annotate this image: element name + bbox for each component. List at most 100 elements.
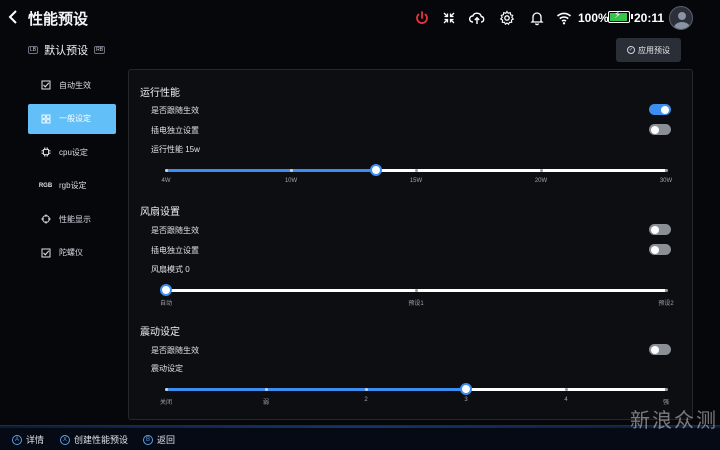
slider-tick-dot <box>564 387 568 391</box>
sidebar-item-performance-display[interactable]: 性能显示 <box>28 204 116 234</box>
preset-name[interactable]: 默认预设 <box>42 42 90 58</box>
rgb-icon: RGB <box>38 182 53 189</box>
sidebar-item-cpu[interactable]: cpu设定 <box>28 137 116 167</box>
section-title-vibration: 震动设定 <box>140 327 180 338</box>
chip-icon <box>40 147 51 158</box>
slider-tick-label: 4W <box>161 178 171 184</box>
sidebar-item-gyroscope[interactable]: 陀螺仪 <box>28 238 116 268</box>
slider-tick-label: 10W <box>284 178 298 184</box>
slider-tick-label: 关闭 <box>159 400 173 406</box>
battery-percent: 100% <box>578 11 609 25</box>
vibration-value-label: 震动设定 <box>151 364 183 373</box>
vibration-slider[interactable]: 关闭弱 2 3 4 强 <box>160 381 669 406</box>
wifi-icon <box>556 10 572 26</box>
performance-plug-label: 插电独立设置 <box>151 126 199 135</box>
details-hint[interactable]: A 详情 <box>12 433 44 446</box>
clock: 20:11 <box>634 11 665 25</box>
rb-button-icon[interactable]: RB <box>94 46 106 54</box>
slider-tick-label: 30W <box>659 178 673 184</box>
create-preset-label: 创建性能预设 <box>74 435 129 445</box>
fan-slider[interactable]: 自动 预设1 预设2 <box>160 282 674 307</box>
check-circle-icon: ✓ <box>627 46 635 54</box>
slider-tick-label: 15W <box>409 178 423 184</box>
slider-tick-dot <box>664 288 668 292</box>
slider-tick-dot <box>664 168 668 172</box>
slider-tick-label: 弱 <box>262 400 270 406</box>
performance-plug-toggle[interactable] <box>649 124 671 135</box>
sidebar-item-label: 自动生效 <box>59 80 91 90</box>
slider-tick-dot <box>264 387 268 391</box>
collapse-arrows-icon[interactable] <box>441 10 457 26</box>
power-icon[interactable] <box>414 10 430 26</box>
fan-plug-label: 插电独立设置 <box>151 246 199 255</box>
section-title-performance: 运行性能 <box>140 88 180 99</box>
sidebar-item-general[interactable]: 一般设定 <box>28 103 116 134</box>
sidebar-item-label: rgb设定 <box>59 181 87 190</box>
sidebar-item-rgb[interactable]: RGB rgb设定 <box>28 171 116 201</box>
fan-plug-toggle[interactable] <box>649 244 671 255</box>
performance-value-label: 运行性能 15w <box>151 145 200 154</box>
slider-fill <box>166 387 466 391</box>
sidebar-item-label: 性能显示 <box>59 214 91 224</box>
section-title-fan: 风扇设置 <box>140 207 180 218</box>
cloud-upload-icon[interactable] <box>469 10 485 26</box>
sidebar: 自动生效 一般设定 cpu设定 RGB rgb设定 性能显示 陀螺仪 <box>28 70 116 271</box>
performance-follow-toggle[interactable] <box>649 104 671 115</box>
slider-tick-label: 预设1 <box>408 301 424 307</box>
b-button-icon: B <box>143 434 153 445</box>
gear-icon[interactable] <box>499 10 515 26</box>
slider-tick-dot <box>414 288 418 292</box>
watermark-logo: 新浪众测 <box>630 408 718 432</box>
fan-value: 0 <box>185 265 190 274</box>
page-title: 性能预设 <box>28 11 89 28</box>
slider-fill <box>166 168 376 172</box>
slider-tick-dot <box>364 387 368 391</box>
crosshair-icon <box>40 214 51 225</box>
settings-panel: 运行性能 是否跟随生效 插电独立设置 运行性能 15w 4W 10W 15W 20W 3… <box>128 69 693 420</box>
apply-preset-button[interactable]: ✓ 应用预设 <box>616 38 681 62</box>
fan-value-label: 风扇模式 0 <box>151 265 190 274</box>
fan-follow-label: 是否跟随生效 <box>151 226 199 235</box>
apply-preset-label: 应用预设 <box>638 45 670 55</box>
back-label: 返回 <box>157 435 176 445</box>
vibration-follow-label: 是否跟随生效 <box>151 346 199 355</box>
slider-tick-label: 20W <box>534 178 548 184</box>
performance-follow-label: 是否跟随生效 <box>151 106 199 115</box>
checkbox-icon <box>40 80 51 91</box>
vibration-follow-toggle[interactable] <box>649 344 671 355</box>
slider-tick-label: 自动 <box>159 301 173 307</box>
slider-tick-dot <box>664 387 668 391</box>
performance-value: 15w <box>185 145 200 154</box>
battery-charging-icon: ⚡ <box>608 10 633 23</box>
slider-thumb[interactable] <box>460 383 472 395</box>
top-bar: 性能预设 100% ⚡ 20:11 <box>0 0 720 36</box>
slider-tick-dot <box>539 168 543 172</box>
a-button-icon: A <box>12 434 22 445</box>
details-label: 详情 <box>26 435 45 445</box>
sidebar-item-auto-apply[interactable]: 自动生效 <box>28 70 116 100</box>
back-arrow-icon[interactable] <box>6 8 22 26</box>
lb-button-icon[interactable]: LB <box>28 46 39 54</box>
slider-thumb[interactable] <box>160 284 172 296</box>
preset-selector: LB 默认预设 RB <box>28 42 106 58</box>
slider-tick-label: 2 <box>364 397 368 403</box>
performance-slider[interactable]: 4W 10W 15W 20W 30W <box>162 162 672 184</box>
fan-follow-toggle[interactable] <box>649 224 671 235</box>
slider-tick-dot <box>164 387 168 391</box>
slider-tick-label: 预设2 <box>658 301 674 307</box>
slider-tick-dot <box>289 168 293 172</box>
slider-tick-label: 4 <box>564 397 568 403</box>
x-button-icon: X <box>60 434 70 445</box>
avatar[interactable] <box>669 6 693 30</box>
bell-icon[interactable] <box>529 10 545 26</box>
back-hint[interactable]: B 返回 <box>143 433 175 446</box>
sidebar-item-label: 陀螺仪 <box>59 248 83 257</box>
sidebar-item-label: cpu设定 <box>59 147 88 157</box>
bottom-hint-bar: A 详情 X 创建性能预设 B 返回 <box>0 425 720 450</box>
slider-tick-dot <box>164 168 168 172</box>
slider-tick-dot <box>414 168 418 172</box>
slider-tick-label: 3 <box>464 397 468 403</box>
grid-icon <box>40 113 51 124</box>
create-preset-hint[interactable]: X 创建性能预设 <box>60 433 128 446</box>
slider-thumb[interactable] <box>370 164 382 176</box>
